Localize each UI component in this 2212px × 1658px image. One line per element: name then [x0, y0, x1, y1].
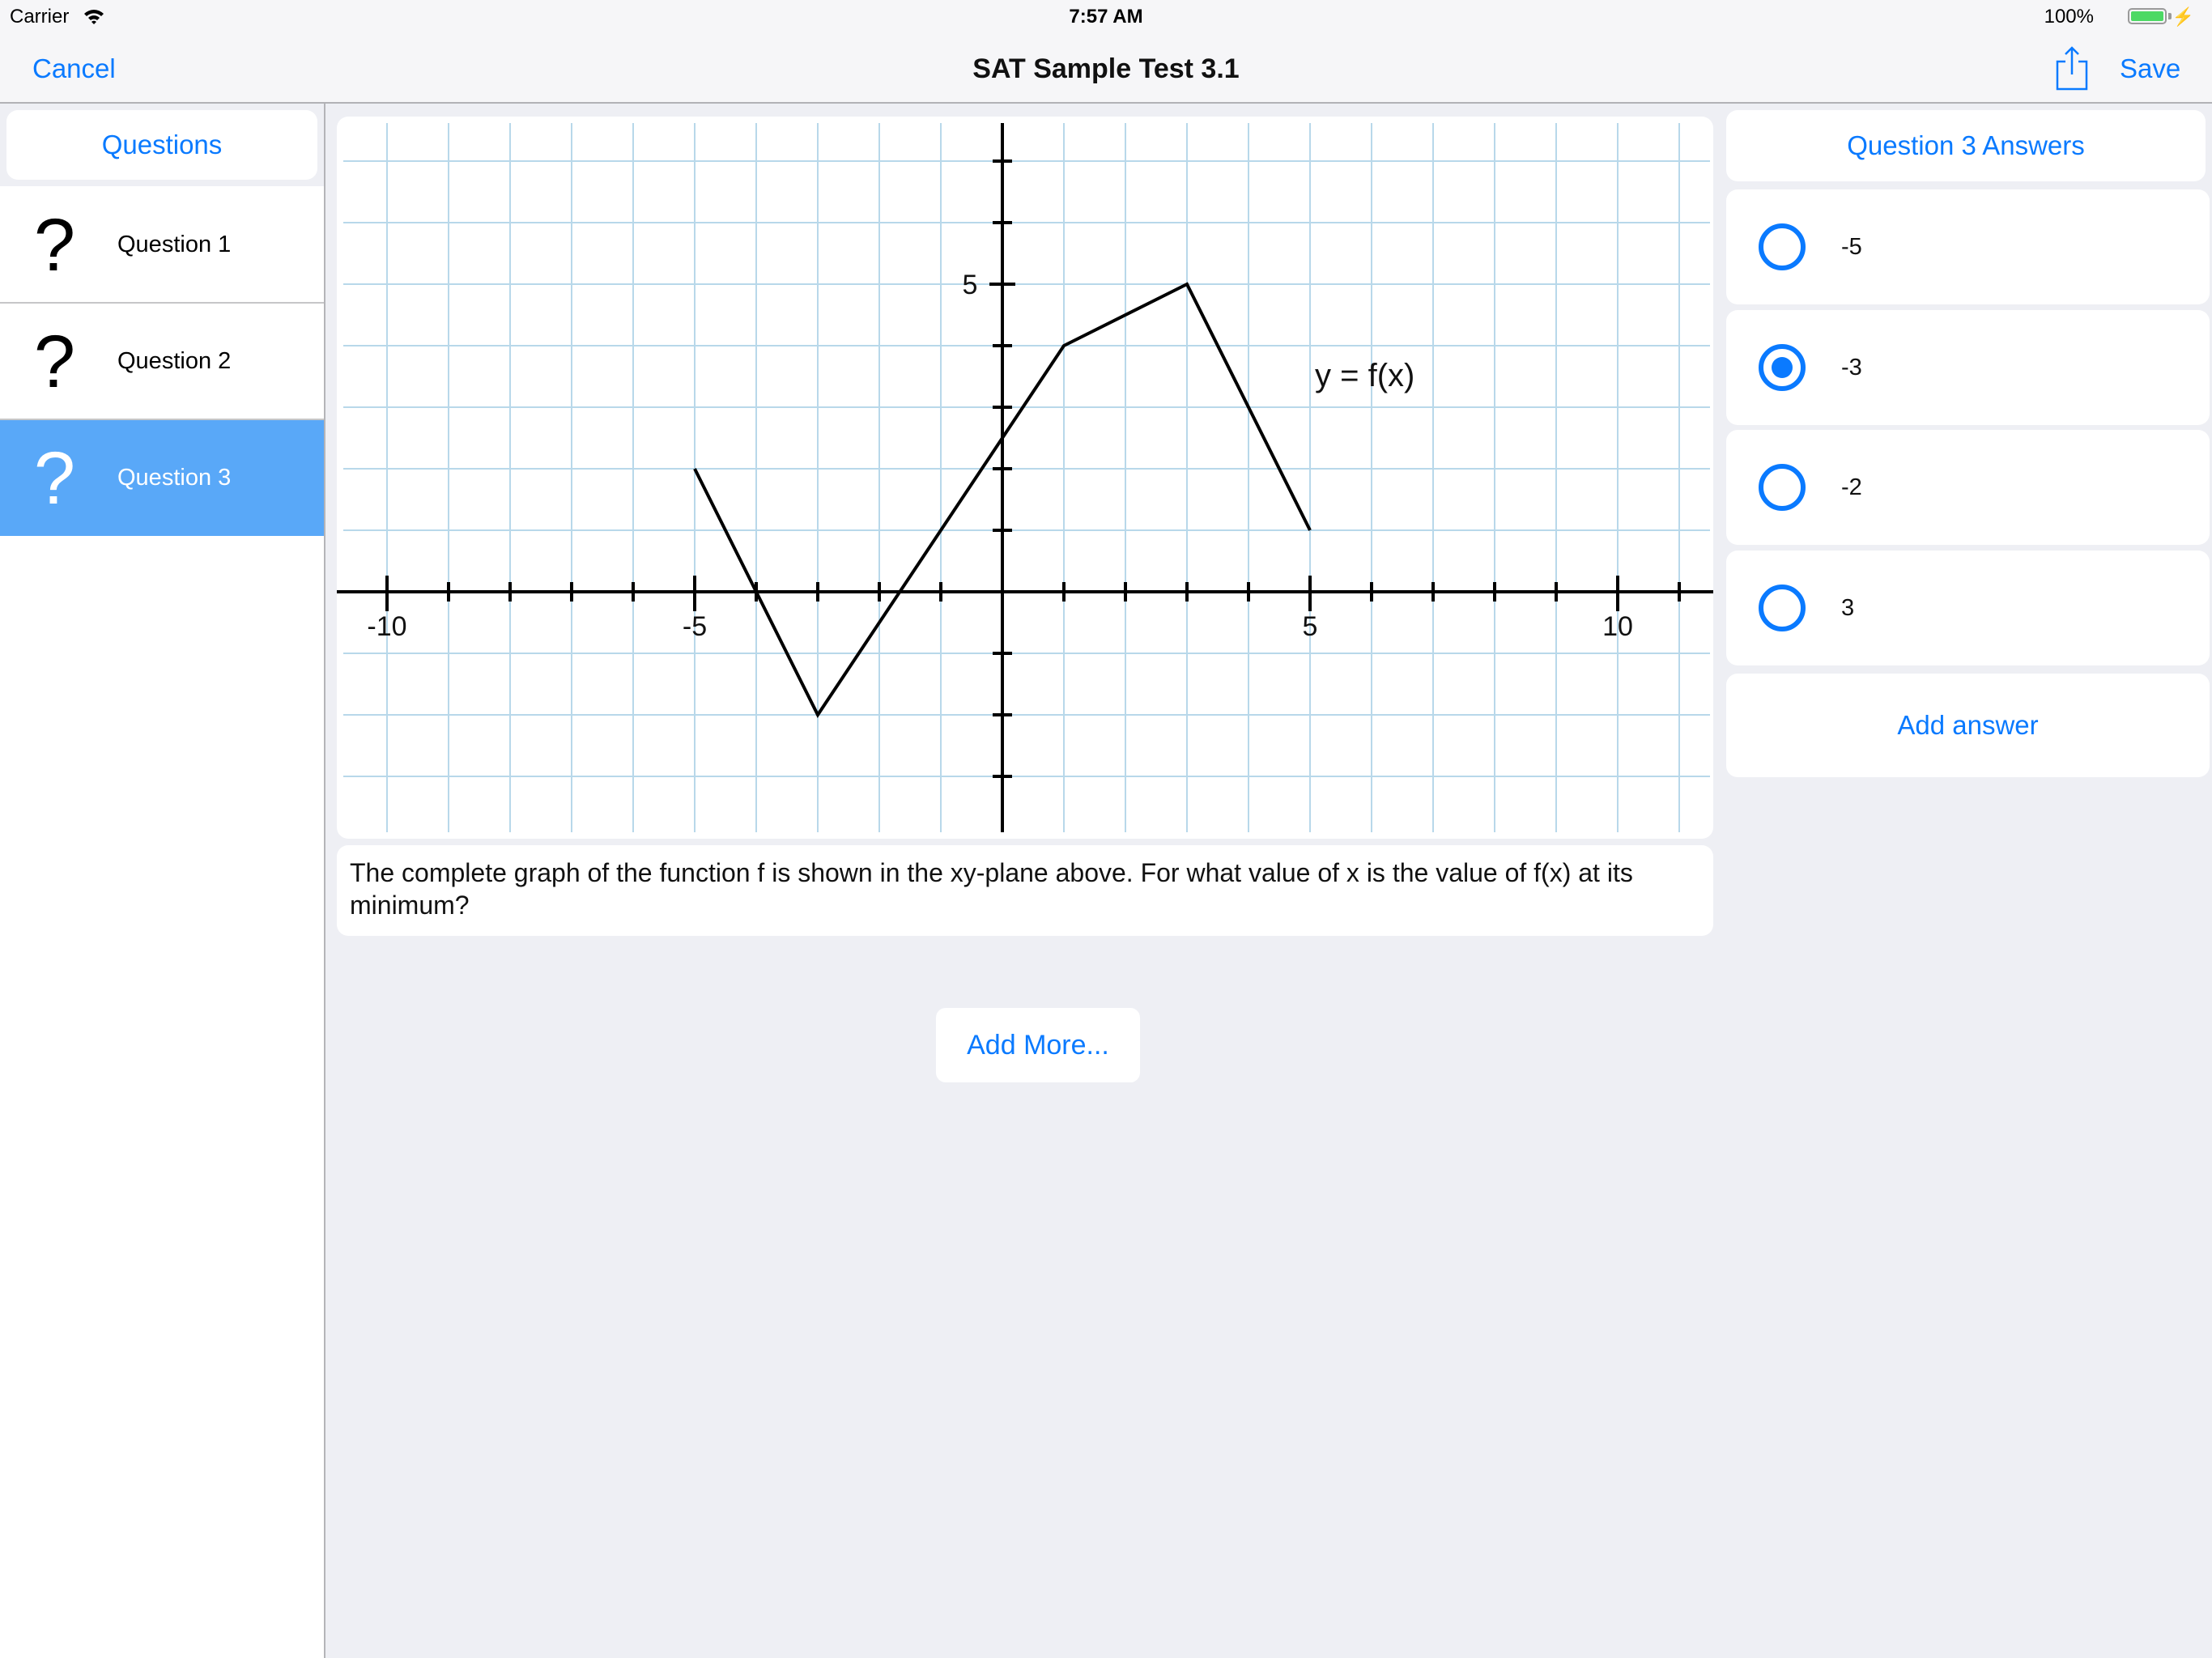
axes	[337, 123, 1713, 832]
status-time: 7:57 AM	[1069, 6, 1143, 28]
add-more-button[interactable]: Add More...	[936, 1008, 1140, 1082]
page-title: SAT Sample Test 3.1	[972, 53, 1240, 84]
share-icon[interactable]	[2055, 45, 2089, 91]
grid-lines	[343, 123, 1710, 832]
x-tick-label: -5	[683, 611, 707, 642]
add-answer-button[interactable]: Add answer	[1726, 674, 2210, 777]
battery-icon	[2128, 8, 2167, 24]
battery-percent: 100%	[2044, 6, 2094, 28]
sidebar-item-question-3[interactable]: ? Question 3	[0, 420, 324, 536]
battery-level-fill	[2131, 11, 2163, 21]
function-annotation: y = f(x)	[1315, 358, 1414, 393]
question-text[interactable]: The complete graph of the function f is …	[337, 845, 1713, 936]
radio-button[interactable]	[1759, 223, 1806, 270]
answer-label: -2	[1841, 474, 1862, 500]
question-mark-icon: ?	[33, 203, 76, 287]
answer-label: -5	[1841, 233, 1862, 260]
x-tick-label: 5	[1303, 611, 1318, 642]
sidebar-item-question-2[interactable]: ? Question 2	[0, 304, 324, 420]
answer-option-1[interactable]: -5	[1726, 189, 2210, 304]
sidebar-item-label: Question 1	[117, 232, 232, 257]
function-graph: -10 -5 5 10 5 y = f(x)	[337, 123, 1713, 832]
sidebar-divider	[324, 104, 325, 1658]
tick-labels: -10 -5 5 10 5	[367, 270, 1632, 642]
answer-label: 3	[1841, 594, 1855, 621]
answer-option-3[interactable]: -2	[1726, 430, 2210, 545]
save-button[interactable]: Save	[2120, 50, 2180, 87]
sidebar-item-label: Question 2	[117, 348, 232, 374]
charging-icon: ⚡	[2172, 6, 2194, 27]
question-mark-icon: ?	[33, 436, 76, 520]
answer-option-2[interactable]: -3	[1726, 310, 2210, 425]
graph-card: -10 -5 5 10 5 y = f(x)	[337, 117, 1713, 839]
sidebar-item-question-1[interactable]: ? Question 1	[0, 188, 324, 304]
x-tick-label: -10	[367, 611, 406, 642]
x-tick-label: 10	[1602, 611, 1633, 642]
answers-header: Question 3 Answers	[1726, 110, 2206, 181]
questions-header: Questions	[6, 110, 317, 180]
battery-nub	[2168, 13, 2172, 19]
radio-button[interactable]	[1759, 344, 1806, 391]
answer-option-4[interactable]: 3	[1726, 551, 2210, 665]
radio-button[interactable]	[1759, 464, 1806, 511]
y-tick-label: 5	[963, 270, 978, 300]
radio-button[interactable]	[1759, 585, 1806, 631]
answer-label: -3	[1841, 354, 1862, 380]
question-mark-icon: ?	[33, 320, 76, 403]
sidebar-item-label: Question 3	[117, 465, 232, 491]
